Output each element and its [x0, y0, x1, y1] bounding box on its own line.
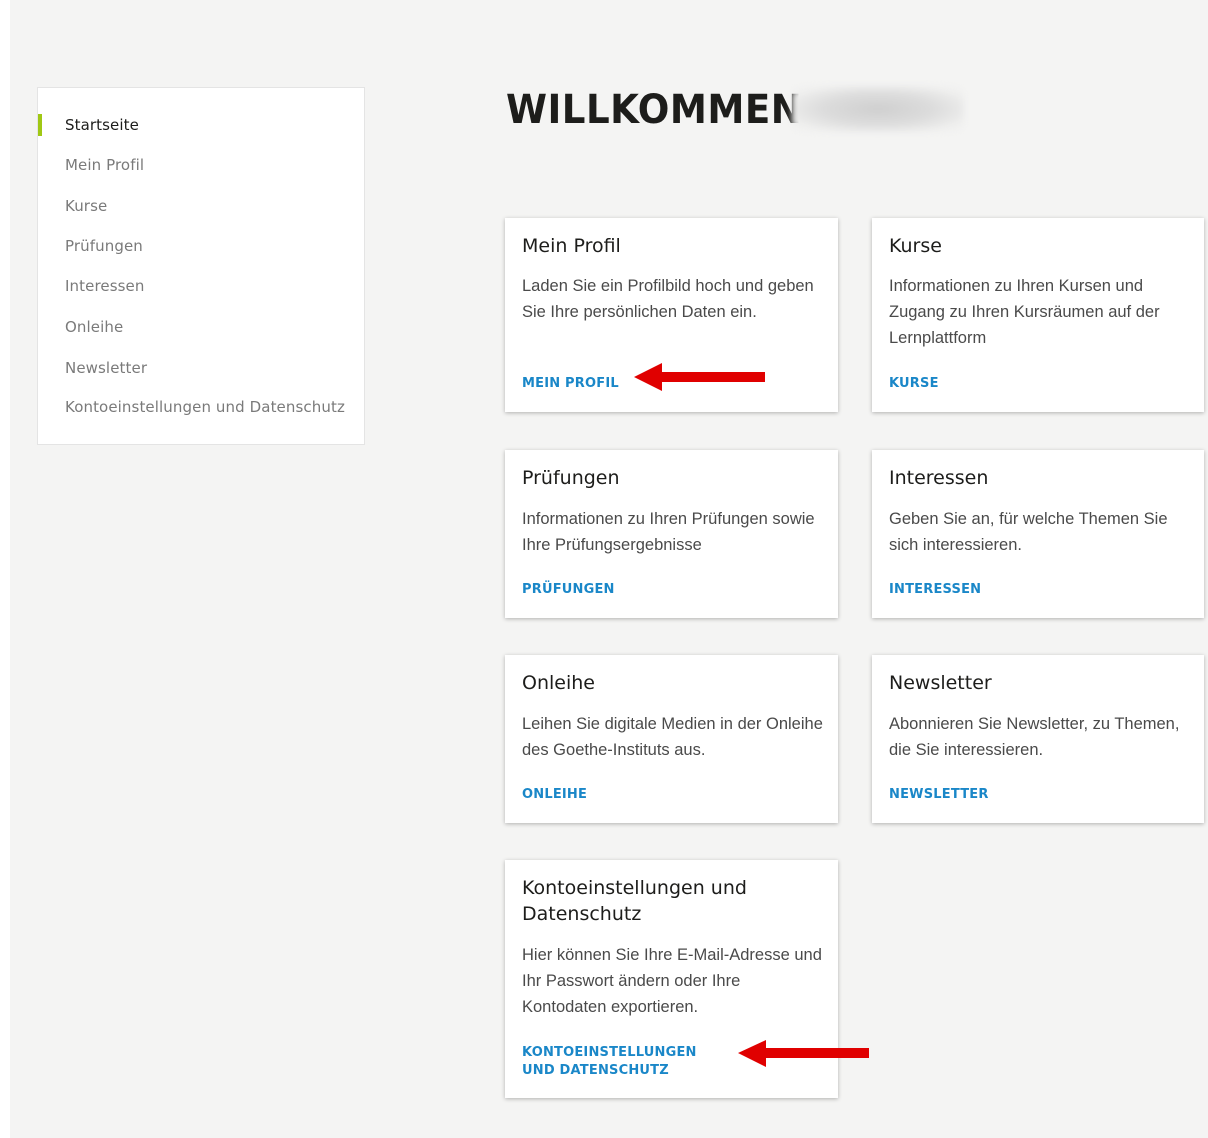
sidebar-item-label: Prüfungen: [65, 237, 143, 255]
red-left-arrow-icon: [738, 1040, 869, 1067]
welcome-heading: WILLKOMMEN: [506, 82, 825, 138]
card-title: Interessen: [889, 467, 989, 489]
red-left-arrow-icon: [634, 363, 765, 391]
sidebar-item-mein-profil[interactable]: Mein Profil: [38, 153, 364, 177]
sidebar-item-kurse[interactable]: Kurse: [38, 194, 364, 218]
card-onleihe: Onleihe Leihen Sie digitale Medien in de…: [505, 655, 838, 823]
sidebar-item-label: Interessen: [65, 277, 145, 295]
card-title: Kurse: [889, 235, 942, 257]
blurred-user-name: [792, 86, 964, 132]
sidebar-item-startseite[interactable]: Startseite: [38, 113, 364, 137]
pruefungen-link[interactable]: PRÜFUNGEN: [522, 581, 778, 599]
sidebar-item-newsletter[interactable]: Newsletter: [38, 356, 364, 380]
sidebar-item-label: Kontoeinstellungen und Datenschutz: [65, 398, 345, 416]
sidebar-item-pruefungen[interactable]: Prüfungen: [38, 234, 364, 258]
sidebar-nav: Startseite Mein Profil Kurse Prüfungen I…: [37, 87, 365, 445]
kontoeinstellungen-link[interactable]: KONTOEINSTELLUNGEN UND DATENSCHUTZ: [522, 1044, 728, 1080]
card-newsletter: Newsletter Abonnieren Sie Newsletter, zu…: [872, 655, 1204, 823]
card-description: Abonnieren Sie Newsletter, zu Themen, di…: [889, 715, 1180, 759]
card-description: Geben Sie an, für welche Themen Sie sich…: [889, 510, 1168, 554]
onleihe-link[interactable]: ONLEIHE: [522, 786, 778, 804]
sidebar-item-label: Kurse: [65, 197, 108, 215]
sidebar-item-label: Newsletter: [65, 359, 148, 377]
newsletter-link[interactable]: NEWSLETTER: [889, 786, 1144, 804]
card-description: Laden Sie ein Profilbild hoch und geben …: [522, 277, 814, 321]
sidebar-item-label: Onleihe: [65, 318, 124, 336]
sidebar-item-onleihe[interactable]: Onleihe: [38, 315, 364, 339]
card-title: Kontoeinstellungen und Datenschutz: [522, 877, 747, 925]
card-description: Informationen zu Ihren Kursen und Zugang…: [889, 277, 1160, 347]
card-pruefungen: Prüfungen Informationen zu Ihren Prüfung…: [505, 450, 838, 618]
card-title: Newsletter: [889, 672, 992, 694]
card-description: Leihen Sie digitale Medien in der Onleih…: [522, 715, 823, 759]
sidebar-item-label: Mein Profil: [65, 156, 145, 174]
card-title: Mein Profil: [522, 235, 621, 257]
sidebar-item-interessen[interactable]: Interessen: [38, 274, 364, 298]
sidebar-item-label: Startseite: [65, 116, 139, 134]
card-title: Prüfungen: [522, 467, 620, 489]
sidebar-item-kontoeinstellungen[interactable]: Kontoeinstellungen und Datenschutz: [38, 395, 364, 419]
card-title: Onleihe: [522, 672, 595, 694]
card-description: Informationen zu Ihren Prüfungen sowie I…: [522, 510, 815, 554]
page-title: WILLKOMMEN: [506, 87, 803, 133]
card-kurse: Kurse Informationen zu Ihren Kursen und …: [872, 218, 1204, 412]
card-description: Hier können Sie Ihre E-Mail-Adresse und …: [522, 946, 822, 1016]
kurse-link[interactable]: KURSE: [889, 375, 1144, 393]
interessen-link[interactable]: INTERESSEN: [889, 581, 1144, 599]
card-interessen: Interessen Geben Sie an, für welche Them…: [872, 450, 1204, 618]
